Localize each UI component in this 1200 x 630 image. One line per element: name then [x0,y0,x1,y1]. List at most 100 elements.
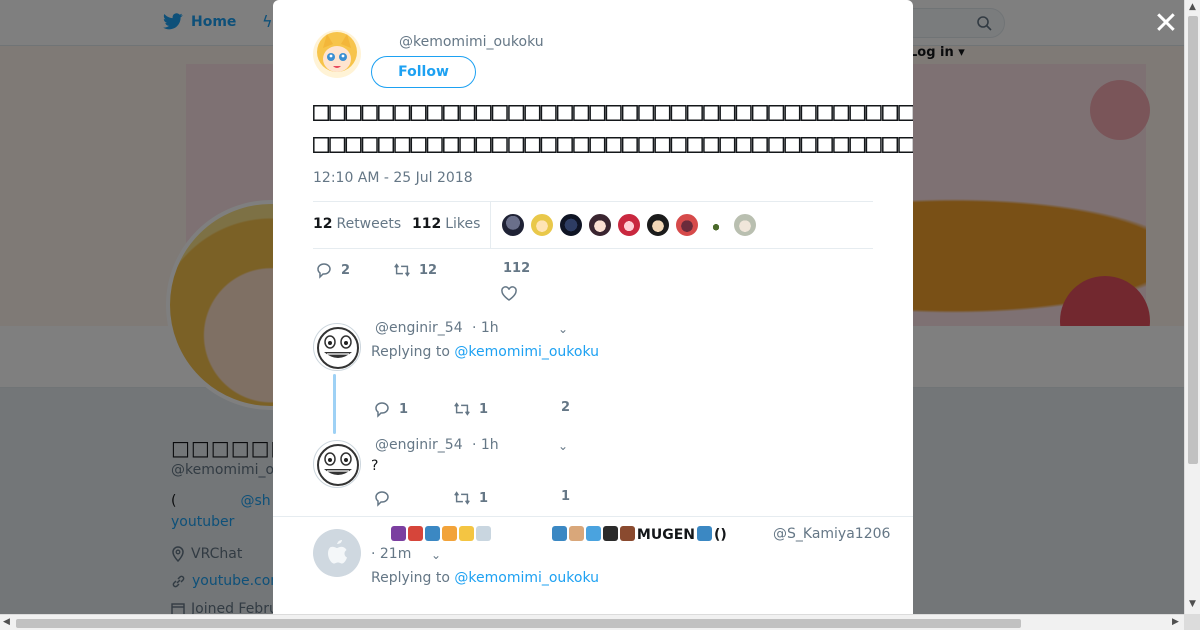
likes-stat[interactable]: 112 Likes [412,216,480,232]
reply-handle[interactable]: @enginir_54 [375,437,463,453]
liker-avatar[interactable] [675,213,699,237]
retweet-icon [454,491,470,505]
heart-icon [501,286,517,301]
eggplant-emoji-icon [391,526,406,541]
tweet-text-line-2: □□□□□□□□□□□□□□□□□□□□□□□□□□□□□□□□□□□□□□□□… [313,128,913,159]
replying-to-link[interactable]: @kemomimi_oukoku [454,570,599,586]
reply-button[interactable]: 1 [373,400,408,418]
liker-avatar[interactable] [704,213,728,237]
like-count-label: 112 [503,261,530,276]
retweet-icon [454,402,470,416]
liker-avatar[interactable] [646,213,670,237]
like-button[interactable]: 1 [561,489,570,504]
like-count: 1 [561,489,571,504]
retweet-button[interactable]: 1 [453,489,488,507]
tweet-timestamp[interactable]: 12:10 AM - 25 Jul 2018 [313,170,473,186]
liker-avatar[interactable] [733,213,757,237]
tweet-actions: 2 12 112 [313,260,613,303]
horizontal-scrollbar[interactable]: ◀ ▶ [0,614,1184,630]
like-count: 112 [503,261,531,276]
reply-divider [273,516,913,517]
reply-time[interactable]: · 21m [371,546,411,562]
reply-tweet[interactable]: @enginir_54 · 1h ⌄ ? 1 1 [313,435,873,517]
chevron-down-icon[interactable]: ⌄ [558,439,568,453]
close-modal-button[interactable]: ✕ [1150,8,1182,40]
reply-text: ? [371,458,379,474]
ring-emoji-icon [476,526,491,541]
sushi-emoji-icon [408,526,423,541]
reply-icon [317,263,331,279]
tophat-emoji-icon [602,526,618,541]
vertical-scrollbar[interactable]: ▲ ▼ [1184,0,1200,614]
retweet-button[interactable]: 1 [453,400,488,418]
replying-to: Replying to @kemomimi_oukoku [371,344,599,360]
scroll-left-arrow-icon[interactable]: ◀ [3,617,10,627]
shrimp-emoji-icon [442,526,457,541]
person-emoji-icon [568,526,584,541]
reply-time[interactable]: · 1h [472,320,499,336]
scrollbar-thumb[interactable] [1188,16,1198,464]
shoe-emoji-icon [619,526,635,541]
display-name-text: MUGEN [636,527,695,543]
scroll-down-arrow-icon[interactable]: ▼ [1189,599,1196,609]
reply-avatar[interactable] [313,529,361,577]
follow-button[interactable]: Follow [371,56,476,88]
reply-button[interactable] [373,489,399,507]
reply-tweet[interactable]: MUGEN () @S_Kamiya1206 · 21m ⌄ Replying t… [313,524,890,614]
likes-count: 112 [412,216,442,232]
chevron-down-icon[interactable]: ⌄ [431,548,441,562]
replying-to: Replying to @kemomimi_oukoku [371,570,599,586]
liker-avatar[interactable] [530,213,554,237]
liker-avatar[interactable] [588,213,612,237]
likes-label: Likes [445,216,481,232]
tweet-stats: 12 Retweets 112 Likes [313,201,873,249]
apple-logo-icon [313,529,361,577]
scrollbar-thumb[interactable] [16,619,1021,628]
liker-avatar[interactable] [559,213,583,237]
replying-prefix: Replying to [371,344,450,360]
retweet-count: 1 [479,401,489,417]
tweet-modal: @kemomimi_oukoku Follow □□□□□□□□□□□□□□□□… [273,0,913,614]
author-avatar[interactable] [313,30,361,78]
tweet-text: □□□□□□□□□□□□□□□□□□□□□□□□□□□□□□□□□□□□□ □□□… [313,96,913,160]
dolphin-emoji-icon [696,526,712,541]
dolphin-emoji-icon [551,526,567,541]
author-handle[interactable]: @kemomimi_oukoku [399,34,544,50]
reply-avatar[interactable] [313,323,361,371]
reply-handle[interactable]: @enginir_54 [375,320,463,336]
corn-emoji-icon [459,526,474,541]
reply-handle[interactable]: @S_Kamiya1206 [773,526,890,542]
reply-avatar-image [317,327,359,369]
scrollbar-corner [1184,614,1200,630]
tweet-text-line-1: □□□□□□□□□□□□□□□□□□□□□□□□□□□□□□□□□□□□□□□□… [313,96,913,127]
reply-tweet[interactable]: @enginir_54 · 1h ⌄ Replying to @kemomimi… [313,318,873,434]
reply-count: 1 [399,401,409,417]
replying-to-link[interactable]: @kemomimi_oukoku [454,344,599,360]
reply-avatar[interactable] [313,440,361,488]
likers-avatars [501,213,757,237]
retweet-count: 1 [479,490,489,506]
scroll-right-arrow-icon[interactable]: ▶ [1172,617,1179,627]
like-count: 2 [561,400,571,415]
retweet-button[interactable]: 12 [393,261,437,279]
reply-button[interactable]: 2 [315,261,350,279]
arrows-emoji-icon [585,526,601,541]
display-name-suffix: () [713,527,727,543]
author-avatar-image [313,30,361,78]
retweets-label: Retweets [336,216,402,232]
scroll-up-arrow-icon[interactable]: ▲ [1189,2,1196,12]
reply-icon [375,491,389,507]
replying-prefix: Replying to [371,570,450,586]
chevron-down-icon[interactable]: ⌄ [558,322,568,336]
liker-avatar[interactable] [501,213,525,237]
retweets-stat[interactable]: 12 Retweets [313,216,401,232]
dolphin-emoji-icon [425,526,440,541]
reply-time[interactable]: · 1h [472,437,499,453]
like-button[interactable] [500,285,518,303]
reply-display-name[interactable]: MUGEN () [391,526,727,543]
liker-avatar[interactable] [617,213,641,237]
retweet-icon [394,263,410,277]
reply-count: 2 [341,262,351,278]
like-button[interactable]: 2 [561,400,570,415]
reply-avatar-image [317,444,359,486]
